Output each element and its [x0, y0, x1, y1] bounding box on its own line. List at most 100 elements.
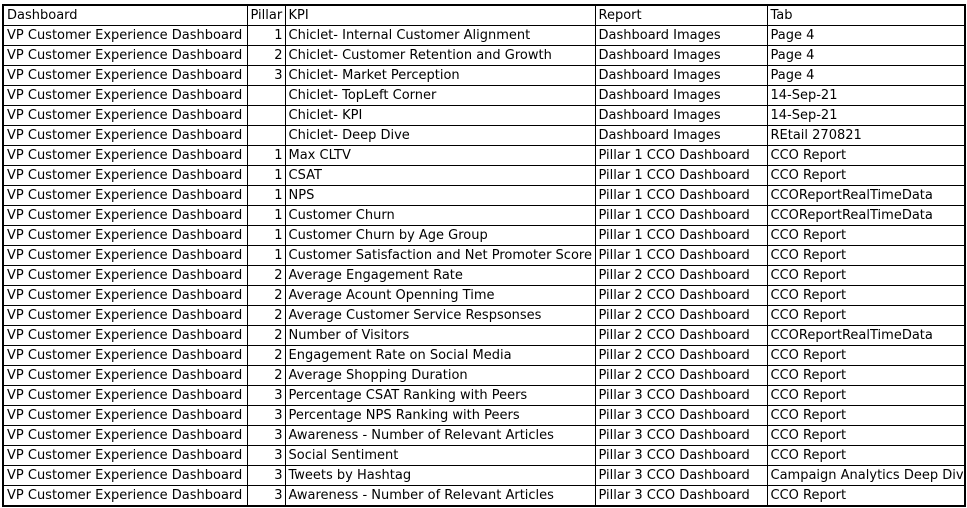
cell-dashboard[interactable]: VP Customer Experience Dashboard: [2, 385, 248, 406]
cell-dashboard[interactable]: VP Customer Experience Dashboard: [2, 285, 248, 306]
cell-tab[interactable]: 14-Sep-21: [766, 85, 966, 106]
cell-report[interactable]: Pillar 2 CCO Dashboard: [594, 345, 768, 366]
cell-dashboard[interactable]: VP Customer Experience Dashboard: [2, 465, 248, 486]
cell-pillar[interactable]: 1: [246, 185, 286, 206]
cell-tab[interactable]: CCO Report: [766, 365, 966, 386]
cell-report[interactable]: Dashboard Images: [594, 105, 768, 126]
cell-pillar[interactable]: 2: [246, 305, 286, 326]
cell-tab[interactable]: CCO Report: [766, 145, 966, 166]
cell-pillar[interactable]: 1: [246, 245, 286, 266]
cell-pillar[interactable]: 3: [246, 445, 286, 466]
cell-tab[interactable]: CCO Report: [766, 345, 966, 366]
cell-kpi[interactable]: Awareness - Number of Relevant Articles: [284, 485, 596, 507]
cell-dashboard[interactable]: VP Customer Experience Dashboard: [2, 185, 248, 206]
cell-report[interactable]: Pillar 1 CCO Dashboard: [594, 245, 768, 266]
cell-kpi[interactable]: Chiclet- TopLeft Corner: [284, 85, 596, 106]
column-header-pillar[interactable]: Pillar: [246, 4, 286, 26]
cell-dashboard[interactable]: VP Customer Experience Dashboard: [2, 445, 248, 466]
cell-pillar[interactable]: 2: [246, 285, 286, 306]
cell-tab[interactable]: Page 4: [766, 25, 966, 46]
cell-kpi[interactable]: Number of Visitors: [284, 325, 596, 346]
column-header-kpi[interactable]: KPI: [284, 4, 596, 26]
cell-report[interactable]: Dashboard Images: [594, 65, 768, 86]
cell-tab[interactable]: CCO Report: [766, 265, 966, 286]
cell-tab[interactable]: Campaign Analytics Deep Dive: [766, 465, 966, 486]
cell-report[interactable]: Pillar 2 CCO Dashboard: [594, 285, 768, 306]
cell-dashboard[interactable]: VP Customer Experience Dashboard: [2, 405, 248, 426]
cell-dashboard[interactable]: VP Customer Experience Dashboard: [2, 425, 248, 446]
cell-tab[interactable]: CCO Report: [766, 405, 966, 426]
cell-tab[interactable]: CCO Report: [766, 485, 966, 507]
cell-pillar[interactable]: 3: [246, 425, 286, 446]
cell-tab[interactable]: CCOReportRealTimeData: [766, 325, 966, 346]
cell-tab[interactable]: CCO Report: [766, 305, 966, 326]
cell-kpi[interactable]: Chiclet- Deep Dive: [284, 125, 596, 146]
cell-pillar[interactable]: 3: [246, 385, 286, 406]
cell-dashboard[interactable]: VP Customer Experience Dashboard: [2, 245, 248, 266]
cell-dashboard[interactable]: VP Customer Experience Dashboard: [2, 225, 248, 246]
cell-kpi[interactable]: Tweets by Hashtag: [284, 465, 596, 486]
cell-pillar[interactable]: 1: [246, 205, 286, 226]
cell-pillar[interactable]: 3: [246, 405, 286, 426]
cell-tab[interactable]: Page 4: [766, 65, 966, 86]
cell-kpi[interactable]: Chiclet- KPI: [284, 105, 596, 126]
cell-dashboard[interactable]: VP Customer Experience Dashboard: [2, 85, 248, 106]
cell-dashboard[interactable]: VP Customer Experience Dashboard: [2, 165, 248, 186]
cell-dashboard[interactable]: VP Customer Experience Dashboard: [2, 305, 248, 326]
cell-tab[interactable]: CCO Report: [766, 245, 966, 266]
cell-pillar[interactable]: 3: [246, 465, 286, 486]
cell-pillar[interactable]: [246, 105, 286, 126]
cell-kpi[interactable]: Customer Churn: [284, 205, 596, 226]
cell-pillar[interactable]: 2: [246, 45, 286, 66]
cell-tab[interactable]: CCO Report: [766, 225, 966, 246]
cell-report[interactable]: Pillar 3 CCO Dashboard: [594, 445, 768, 466]
cell-report[interactable]: Dashboard Images: [594, 25, 768, 46]
cell-pillar[interactable]: 1: [246, 165, 286, 186]
cell-pillar[interactable]: 2: [246, 265, 286, 286]
cell-report[interactable]: Dashboard Images: [594, 45, 768, 66]
cell-pillar[interactable]: 2: [246, 365, 286, 386]
column-header-tab[interactable]: Tab: [766, 4, 966, 26]
cell-report[interactable]: Pillar 3 CCO Dashboard: [594, 425, 768, 446]
cell-pillar[interactable]: 1: [246, 25, 286, 46]
cell-report[interactable]: Dashboard Images: [594, 125, 768, 146]
cell-dashboard[interactable]: VP Customer Experience Dashboard: [2, 365, 248, 386]
cell-report[interactable]: Pillar 1 CCO Dashboard: [594, 225, 768, 246]
cell-dashboard[interactable]: VP Customer Experience Dashboard: [2, 125, 248, 146]
cell-dashboard[interactable]: VP Customer Experience Dashboard: [2, 325, 248, 346]
cell-kpi[interactable]: Average Shopping Duration: [284, 365, 596, 386]
cell-kpi[interactable]: Engagement Rate on Social Media: [284, 345, 596, 366]
cell-report[interactable]: Pillar 3 CCO Dashboard: [594, 485, 768, 507]
cell-dashboard[interactable]: VP Customer Experience Dashboard: [2, 45, 248, 66]
cell-report[interactable]: Pillar 1 CCO Dashboard: [594, 165, 768, 186]
cell-report[interactable]: Pillar 2 CCO Dashboard: [594, 265, 768, 286]
cell-dashboard[interactable]: VP Customer Experience Dashboard: [2, 65, 248, 86]
cell-kpi[interactable]: Percentage CSAT Ranking with Peers: [284, 385, 596, 406]
cell-tab[interactable]: CCO Report: [766, 385, 966, 406]
cell-report[interactable]: Pillar 2 CCO Dashboard: [594, 325, 768, 346]
cell-tab[interactable]: CCO Report: [766, 425, 966, 446]
cell-dashboard[interactable]: VP Customer Experience Dashboard: [2, 345, 248, 366]
cell-pillar[interactable]: [246, 125, 286, 146]
cell-kpi[interactable]: Percentage NPS Ranking with Peers: [284, 405, 596, 426]
cell-report[interactable]: Pillar 3 CCO Dashboard: [594, 465, 768, 486]
cell-kpi[interactable]: Average Customer Service Respsonses: [284, 305, 596, 326]
cell-report[interactable]: Dashboard Images: [594, 85, 768, 106]
column-header-dashboard[interactable]: Dashboard: [2, 4, 248, 26]
cell-report[interactable]: Pillar 3 CCO Dashboard: [594, 405, 768, 426]
cell-tab[interactable]: CCOReportRealTimeData: [766, 205, 966, 226]
cell-tab[interactable]: CCO Report: [766, 285, 966, 306]
cell-kpi[interactable]: Chiclet- Internal Customer Alignment: [284, 25, 596, 46]
cell-tab[interactable]: CCOReportRealTimeData: [766, 185, 966, 206]
cell-dashboard[interactable]: VP Customer Experience Dashboard: [2, 105, 248, 126]
cell-tab[interactable]: 14-Sep-21: [766, 105, 966, 126]
cell-kpi[interactable]: Chiclet- Market Perception: [284, 65, 596, 86]
cell-report[interactable]: Pillar 2 CCO Dashboard: [594, 305, 768, 326]
cell-tab[interactable]: CCO Report: [766, 445, 966, 466]
cell-kpi[interactable]: Chiclet- Customer Retention and Growth: [284, 45, 596, 66]
cell-dashboard[interactable]: VP Customer Experience Dashboard: [2, 145, 248, 166]
cell-dashboard[interactable]: VP Customer Experience Dashboard: [2, 25, 248, 46]
cell-pillar[interactable]: 2: [246, 345, 286, 366]
cell-tab[interactable]: REtail 270821: [766, 125, 966, 146]
cell-kpi[interactable]: Max CLTV: [284, 145, 596, 166]
